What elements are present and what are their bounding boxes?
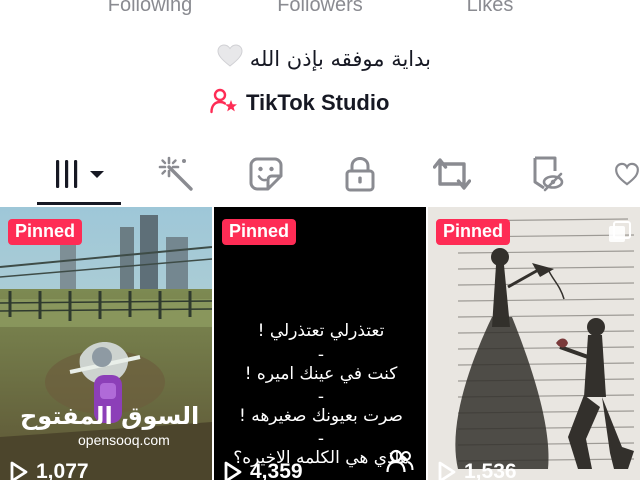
lyric-dash: - xyxy=(317,345,325,365)
tiktok-studio-link[interactable]: TikTok Studio xyxy=(210,88,389,118)
profile-stats: Following Followers Likes xyxy=(0,0,640,20)
view-count: 1,536 xyxy=(438,460,517,480)
following-label[interactable]: Following xyxy=(108,0,192,17)
white-heart-icon xyxy=(217,44,243,73)
profile-bio: بداية موفقه بإذن الله xyxy=(0,44,640,73)
collab-icon xyxy=(386,449,414,478)
tab-private[interactable] xyxy=(336,150,384,198)
sparkle-wand-icon xyxy=(158,156,193,191)
photo-carousel-icon xyxy=(608,221,632,248)
studio-label: TikTok Studio xyxy=(246,90,390,115)
video-tile-2[interactable]: Pinned تعتذرلي تعتذرلي ! - كنت في عينك ا… xyxy=(214,207,426,480)
lyric-dash: - xyxy=(317,429,325,449)
pinned-badge: Pinned xyxy=(436,219,511,245)
video-tile-3[interactable]: Pinned 1,536 xyxy=(428,207,640,480)
play-icon xyxy=(224,461,242,480)
view-count: 4,359 xyxy=(224,460,303,480)
lock-icon xyxy=(345,156,375,192)
view-count-value: 1,077 xyxy=(36,460,89,480)
lyric-line: كنت في عينك اميره ! xyxy=(244,364,398,384)
bio-text: بداية موفقه بإذن الله xyxy=(249,47,431,71)
watermark-arabic: السوق المفتوح xyxy=(20,402,200,430)
watermark-url: opensooq.com xyxy=(78,432,170,448)
pinned-badge: Pinned xyxy=(222,219,297,245)
lyric-line: تعتذرلي تعتذرلي ! xyxy=(257,321,385,341)
view-count-value: 1,536 xyxy=(464,460,517,480)
view-count: 1,077 xyxy=(10,460,89,480)
chevron-down-icon xyxy=(90,171,104,178)
play-icon xyxy=(438,461,456,480)
tab-favorites[interactable] xyxy=(522,150,570,198)
sticker-icon xyxy=(249,157,283,191)
view-count-value: 4,359 xyxy=(250,460,303,480)
profile-tab-bar xyxy=(0,150,640,206)
creator-star-icon xyxy=(210,88,238,119)
tab-liked[interactable] xyxy=(614,150,640,198)
tab-reposts[interactable] xyxy=(428,150,476,198)
tab-videos[interactable] xyxy=(48,150,110,198)
active-tab-indicator xyxy=(37,202,121,205)
video-tile-1[interactable]: Pinned السوق المفتوح opensooq.com 1,077 xyxy=(0,207,212,480)
video-grid: Pinned السوق المفتوح opensooq.com 1,077 … xyxy=(0,207,640,480)
bookmark-hidden-icon xyxy=(533,156,564,192)
opensooq-watermark: السوق المفتوح opensooq.com xyxy=(20,402,199,448)
likes-label[interactable]: Likes xyxy=(467,0,514,17)
play-icon xyxy=(10,461,28,480)
lyric-line: صرت بعيونك صغيرهه ! xyxy=(239,406,403,426)
tab-effects[interactable] xyxy=(152,150,200,198)
tab-stickers[interactable] xyxy=(242,150,290,198)
pinned-badge: Pinned xyxy=(8,219,83,245)
lyric-dash: - xyxy=(317,387,325,407)
grid-icon xyxy=(56,160,104,188)
followers-label[interactable]: Followers xyxy=(277,0,363,17)
heart-icon xyxy=(615,162,639,186)
repost-icon xyxy=(433,158,471,190)
profile-page: Following Followers Likes بداية موفقه بإ… xyxy=(0,0,640,480)
